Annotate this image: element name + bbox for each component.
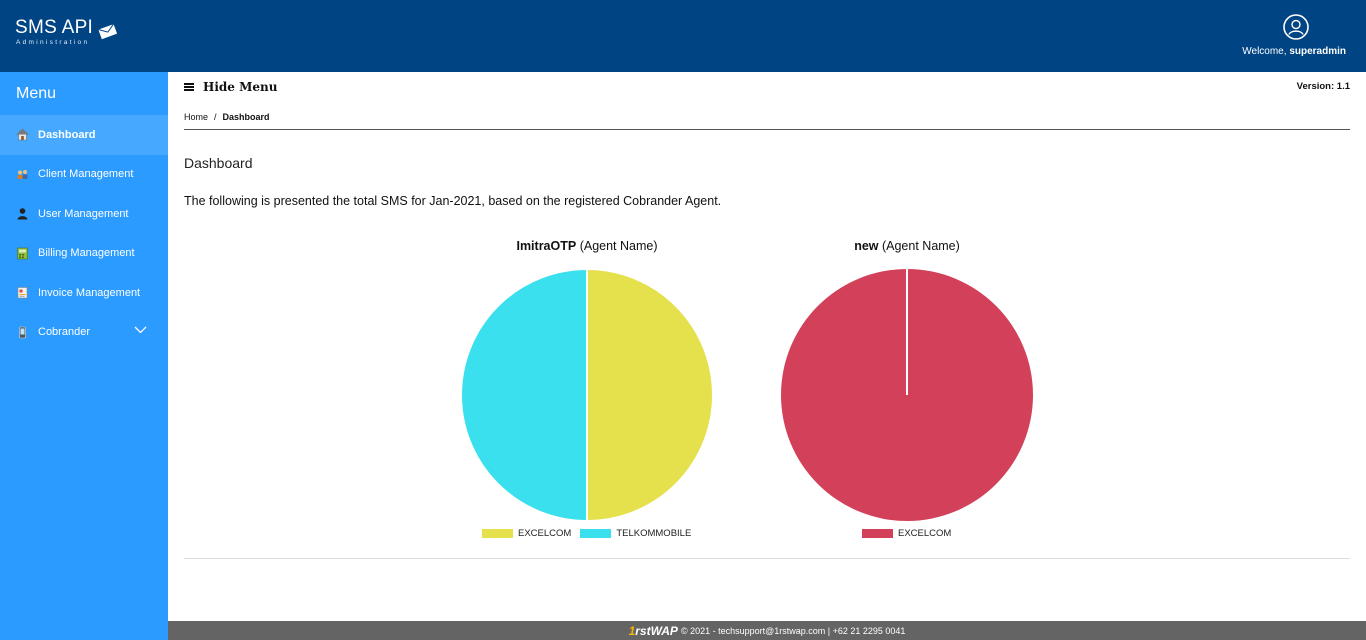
breadcrumb-separator: / (214, 112, 217, 122)
legend-new: EXCELCOM (862, 528, 960, 539)
legend-item[interactable]: EXCELCOM (482, 528, 571, 539)
main-content: Hide Menu Version: 1.1 Home / Dashboard Da… (168, 72, 1366, 621)
version-label: Version: 1.1 (1296, 81, 1350, 92)
chevron-down-icon[interactable] (134, 326, 147, 334)
sidebar: Menu Dashboard Client Management User Ma… (0, 72, 168, 640)
footer: 1rstWAP © 2021 - techsupport@1rstwap.com… (168, 621, 1366, 640)
legend-item[interactable]: TELKOMMOBILE (580, 528, 691, 539)
sidebar-item-client-management[interactable]: Client Management (0, 155, 168, 195)
sidebar-item-invoice-management[interactable]: Invoice Management (0, 273, 168, 313)
sidebar-item-label: Billing Management (38, 247, 135, 260)
sidebar-item-dashboard[interactable]: Dashboard (0, 115, 168, 155)
legend-swatch (580, 529, 612, 538)
envelope-icon (97, 23, 119, 41)
logo-subtitle: Administration (16, 39, 90, 46)
home-icon (16, 128, 29, 141)
footer-brand-logo: 1rstWAP (628, 623, 678, 638)
header-divider (184, 129, 1350, 130)
hide-menu-toggle[interactable]: Hide Menu (184, 80, 277, 94)
sidebar-item-billing-management[interactable]: Billing Management (0, 234, 168, 274)
welcome-text: Welcome, superadmin (1242, 46, 1346, 57)
pie-chart-imitraotp (460, 268, 714, 522)
legend-label: TELKOMMOBILE (616, 528, 692, 539)
sidebar-item-user-management[interactable]: User Management (0, 194, 168, 234)
chart-title-suffix: (Agent Name) (881, 239, 960, 253)
sidebar-item-cobrander[interactable]: Cobrander (0, 313, 168, 353)
sidebar-item-label: Cobrander (38, 326, 90, 339)
chart-title-new: new (Agent Name) (777, 239, 1037, 253)
sidebar-item-label: Client Management (38, 168, 134, 181)
page-description: The following is presented the total SMS… (184, 194, 722, 208)
logo-title: SMS API (15, 17, 94, 38)
clients-icon (17, 169, 28, 179)
pie-chart-new (781, 269, 1033, 521)
app-logo[interactable]: SMS API Administration (15, 17, 119, 46)
page-title: Dashboard (184, 155, 253, 171)
sidebar-item-label: Dashboard (38, 128, 96, 141)
chart-title-suffix: (Agent Name) (579, 239, 658, 253)
hide-menu-label: Hide Menu (203, 80, 278, 94)
footer-text: © 2021 - techsupport@1rstwap.com | +62 2… (680, 625, 906, 636)
legend-label: EXCELCOM (898, 528, 952, 539)
sidebar-item-label: Invoice Management (38, 286, 141, 299)
username[interactable]: superadmin (1289, 46, 1346, 57)
pie-slice-excelcom[interactable] (586, 268, 714, 522)
invoice-icon (17, 287, 28, 299)
breadcrumb-home[interactable]: Home (184, 112, 208, 122)
legend-swatch (862, 529, 893, 538)
top-header: SMS API Administration Welcome, superadm… (0, 0, 1366, 72)
sidebar-item-label: User Management (38, 207, 129, 220)
chart-agent-name: new (854, 239, 879, 253)
welcome-prefix: Welcome, (1242, 46, 1287, 57)
legend-item[interactable]: EXCELCOM (862, 528, 951, 539)
content-divider (184, 558, 1350, 559)
legend-imitraotp: EXCELCOM TELKOMMOBILE (482, 528, 700, 539)
hamburger-icon (184, 83, 194, 91)
user-avatar-icon[interactable] (1283, 14, 1309, 40)
legend-label: EXCELCOM (518, 528, 572, 539)
phone-icon (19, 326, 26, 339)
user-icon (17, 208, 28, 220)
menu-title: Menu (16, 85, 57, 102)
pie-slice-telkommobile[interactable] (460, 268, 588, 522)
billing-icon (17, 247, 28, 260)
breadcrumb-current: Dashboard (222, 112, 270, 122)
chart-agent-name: ImitraOTP (516, 239, 577, 253)
chart-title-imitraotp: ImitraOTP (Agent Name) (457, 239, 717, 253)
breadcrumb: Home / Dashboard (184, 112, 270, 122)
legend-swatch (482, 529, 513, 538)
